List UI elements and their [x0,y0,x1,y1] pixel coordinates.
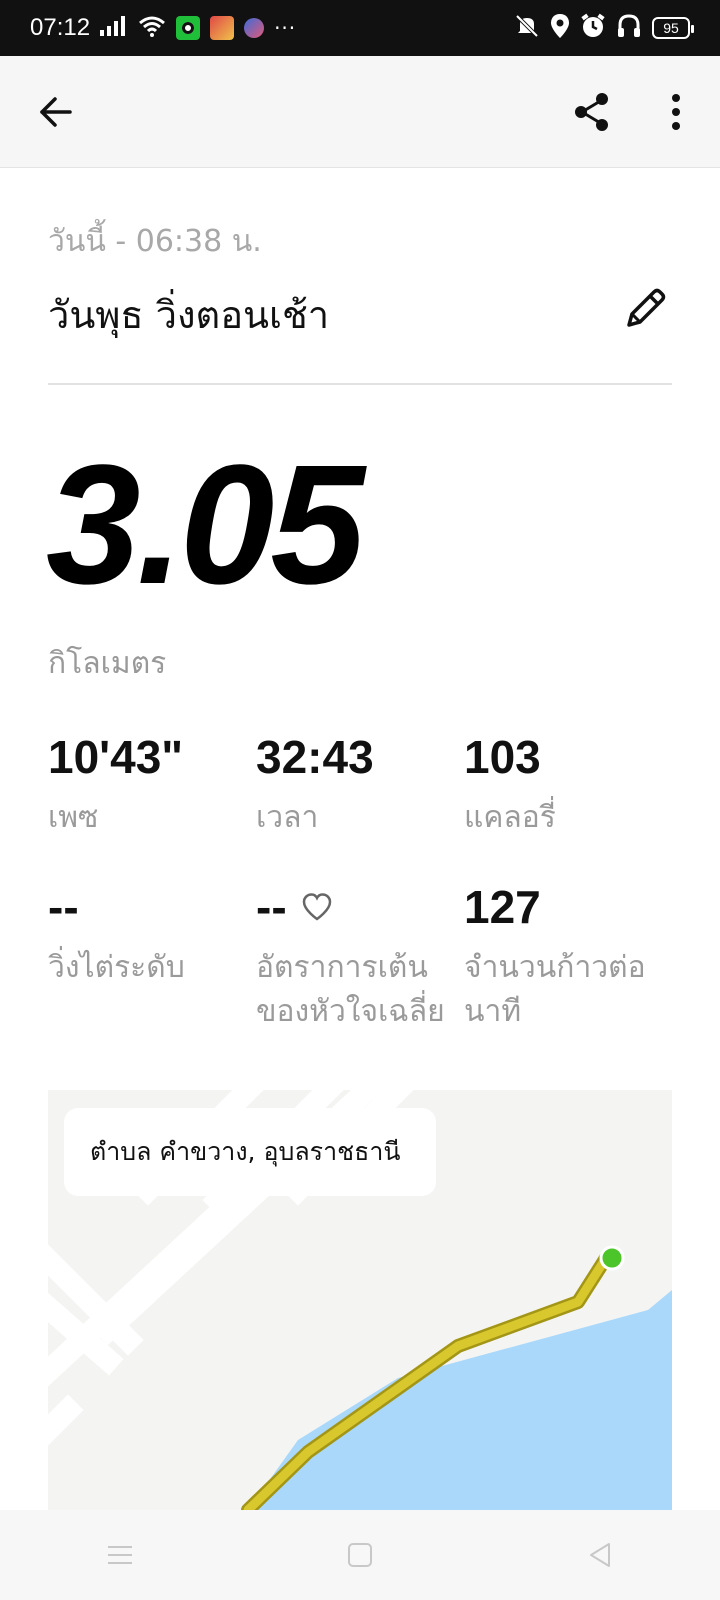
line-app-icon [176,16,201,40]
stat-value: 103 [464,734,664,780]
mute-icon [514,13,540,43]
start-point-marker [599,1245,625,1271]
more-vertical-icon [672,94,680,130]
calories-value: 103 [464,731,541,783]
route-map[interactable]: ตำบล คำขวาง, อุบลราชธานี [48,1090,672,1510]
activity-title: วันพุธ วิ่งตอนเช้า [48,293,330,337]
stat-label: วิ่งไต่ระดับ [48,950,185,985]
signal-icon [100,16,128,40]
stat-heart-rate: -- อัตราการเต้นของหัวใจเฉลี่ย [256,884,456,1033]
system-nav-bar [0,1510,720,1600]
home-button[interactable] [330,1525,390,1585]
map-location-card: ตำบล คำขวาง, อุบลราชธานี [64,1108,436,1196]
pencil-icon [627,288,666,327]
cadence-value: 127 [464,881,541,933]
stat-label: อัตราการเต้นของหัวใจเฉลี่ย [256,950,445,1029]
alarm-icon [580,13,606,43]
app-bar [0,56,720,168]
battery-indicator: 95 [652,17,694,39]
arrow-left-icon [40,97,72,127]
stat-cadence: 127 จำนวนก้าวต่อนาที [464,884,674,1033]
status-left: 07:12 ··· [30,14,296,42]
stat-time: 32:43 เวลา [256,734,456,840]
share-button[interactable] [564,84,620,140]
stat-label: จำนวนก้าวต่อนาที [464,950,646,1029]
location-icon [550,13,570,43]
back-triangle-icon [590,1543,610,1567]
back-button[interactable] [28,84,84,140]
stat-value: -- [256,884,456,930]
distance-value: 3.05 [46,430,365,620]
home-square-icon [348,1543,372,1567]
system-back-button[interactable] [570,1525,630,1585]
heart-rate-value: -- [256,881,287,933]
stat-value: 10'43" [48,734,248,780]
more-options-button[interactable] [648,84,704,140]
activity-date: วันนี้ - 06:38 น. [48,224,262,259]
edit-title-button[interactable] [620,282,672,334]
stat-elevation: -- วิ่งไต่ระดับ [48,884,248,990]
status-time: 07:12 [30,14,91,41]
game-app-icon [210,16,235,40]
stat-label: เวลา [256,800,319,835]
heart-icon [302,893,331,921]
map-location-label: ตำบล คำขวาง, อุบลราชธานี [90,1137,401,1166]
distance-unit: กิโลเมตร [48,646,167,681]
pace-value: 10'43" [48,731,184,783]
stat-label: เพซ [48,800,99,835]
menu-icon [108,1546,132,1564]
stat-pace: 10'43" เพซ [48,734,248,840]
more-notifications-icon: ··· [274,16,297,40]
headphones-icon [616,13,642,43]
stat-value: 127 [464,884,674,930]
wifi-icon [138,15,166,41]
game-app-icon-2 [244,18,265,38]
status-bar: 07:12 ··· 95 [0,0,720,56]
stat-label: แคลอรี่ [464,800,556,835]
time-value: 32:43 [256,731,374,783]
elevation-value: -- [48,881,79,933]
share-icon [575,93,608,131]
stat-value: -- [48,884,248,930]
stat-value: 32:43 [256,734,456,780]
water-area [248,1290,672,1510]
recent-apps-button[interactable] [90,1525,150,1585]
status-right: 95 [514,13,694,43]
stat-calories: 103 แคลอรี่ [464,734,664,840]
divider [48,383,672,385]
